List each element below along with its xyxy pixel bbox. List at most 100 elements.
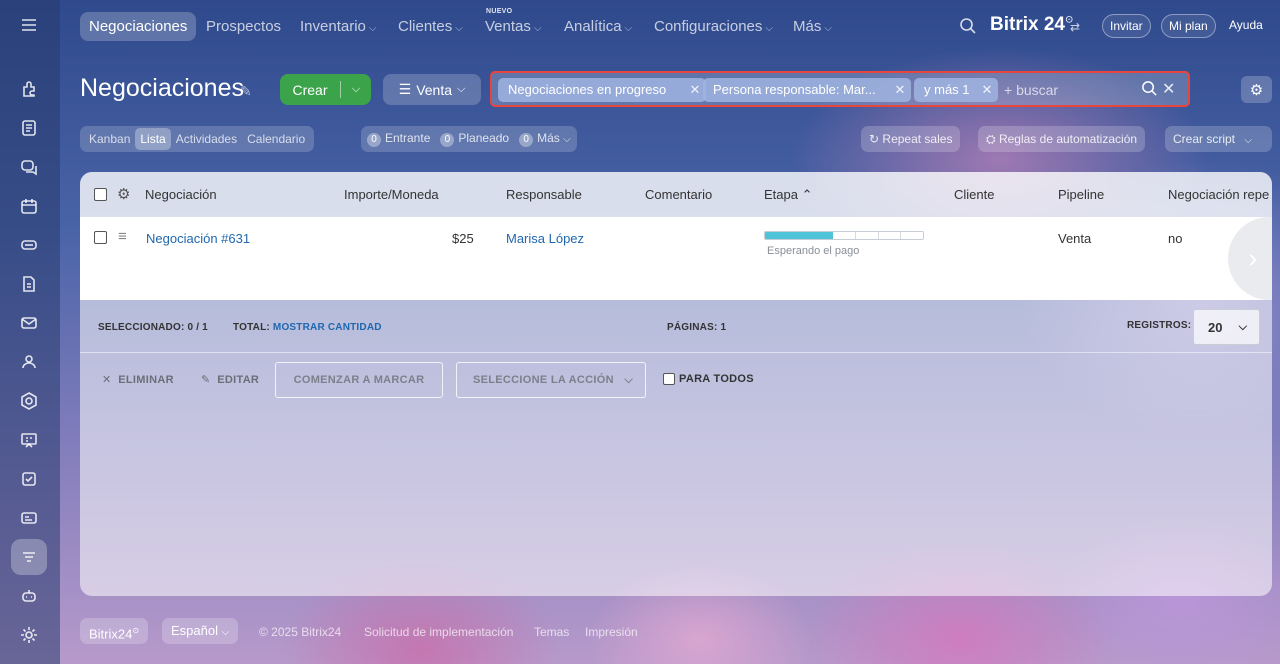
automation-rules-button[interactable]: ⛭ Reglas de automatización: [978, 126, 1146, 152]
nav-configuraciones[interactable]: Configuraciones ⌵: [654, 12, 773, 41]
nav-clientes[interactable]: Clientes ⌵: [398, 12, 463, 41]
col-importe[interactable]: Importe/Moneda: [344, 187, 439, 202]
tab-calendario[interactable]: Calendario: [242, 128, 310, 150]
start-marking-button[interactable]: COMENZAR A MARCAR: [275, 362, 443, 398]
action-label: EDITAR: [217, 374, 260, 386]
button-label: Crear script: [1173, 132, 1236, 146]
crm-funnel-icon[interactable]: [11, 539, 47, 575]
invite-button[interactable]: Invitar: [1102, 14, 1151, 38]
task-icon[interactable]: [11, 461, 47, 497]
tab-kanban[interactable]: Kanban: [84, 128, 135, 150]
presentation-icon[interactable]: [11, 422, 47, 458]
puzzle-icon[interactable]: [11, 71, 47, 107]
themes-link[interactable]: Temas: [534, 625, 569, 639]
search-input[interactable]: [1004, 81, 1134, 99]
nav-ventas[interactable]: Ventas ⌵: [485, 12, 541, 41]
drive-icon[interactable]: [11, 227, 47, 263]
count-badge: 0: [367, 133, 381, 147]
chevron-down-icon: ⌵: [221, 627, 230, 638]
stage-segment: [901, 232, 923, 239]
search-icon[interactable]: [959, 17, 977, 35]
nav-label: Ventas: [485, 18, 531, 35]
responsible-link[interactable]: Marisa López: [506, 231, 584, 246]
counter-entrante[interactable]: 0 Entrante: [367, 131, 430, 147]
select-all-checkbox[interactable]: [94, 188, 107, 201]
robot-icon[interactable]: [11, 578, 47, 614]
counter-label: Más: [537, 131, 560, 145]
stage-segment: [787, 232, 811, 239]
nav-prospectos[interactable]: Prospectos: [206, 12, 281, 41]
mail-icon[interactable]: [11, 305, 47, 341]
nav-inventario[interactable]: Inventario ⌵: [300, 12, 376, 41]
chevron-down-icon: ⌵: [533, 23, 542, 34]
nav-analitica[interactable]: Analítica ⌵: [564, 12, 632, 41]
col-comentario[interactable]: Comentario: [645, 187, 712, 202]
records-per-page-select[interactable]: 20 ⌵: [1193, 309, 1260, 345]
col-negociacion[interactable]: Negociación: [145, 187, 217, 202]
gear-icon[interactable]: ⚙: [117, 185, 130, 203]
filter-search-box[interactable]: Negociaciones en progreso ✕ Persona respo…: [490, 71, 1190, 107]
gear-icon[interactable]: ⚙: [1241, 76, 1272, 103]
drag-handle-icon[interactable]: ≡: [118, 228, 127, 245]
calendar-icon[interactable]: [11, 188, 47, 224]
pin-icon[interactable]: ✎: [240, 83, 252, 100]
document-icon[interactable]: [11, 266, 47, 302]
delete-action[interactable]: ✕ ELIMINAR: [102, 373, 174, 386]
counter-planeado[interactable]: 0 Planeado: [440, 131, 509, 147]
col-negociacion-repetida[interactable]: Negociación repe: [1168, 187, 1269, 202]
my-plan-button[interactable]: Mi plan: [1161, 14, 1216, 38]
brand-logo: Bitrix 24⊙: [990, 14, 1073, 36]
show-count-link[interactable]: MOSTRAR CANTIDAD: [273, 322, 382, 333]
nav-mas[interactable]: Más ⌵: [793, 12, 832, 41]
repeat-sales-button[interactable]: ↻ Repeat sales: [861, 126, 961, 152]
edit-action[interactable]: ✎ EDITAR: [201, 373, 259, 386]
switch-icon[interactable]: ⇄: [1070, 20, 1080, 34]
language-selector[interactable]: Español ⌵: [162, 618, 239, 644]
print-link[interactable]: Impresión: [585, 625, 638, 639]
col-cliente[interactable]: Cliente: [954, 187, 994, 202]
implementation-link[interactable]: Solicitud de implementación: [364, 625, 513, 639]
dropdown-label: SELECCIONE LA ACCIÓN: [473, 374, 614, 386]
nav-label: Configuraciones: [654, 18, 763, 35]
counter-mas[interactable]: 0 Más ⌵: [519, 131, 571, 147]
pipeline-selector[interactable]: ☰ Venta ⌵: [383, 74, 481, 105]
contacts-icon[interactable]: [11, 344, 47, 380]
for-all-checkbox[interactable]: [663, 373, 675, 385]
tab-actividades[interactable]: Actividades: [171, 128, 242, 150]
filter-chip[interactable]: Persona responsable: Mar... ✕: [703, 78, 911, 102]
feed-icon[interactable]: [11, 110, 47, 146]
search-icon[interactable]: [1141, 80, 1158, 102]
nav-negociaciones[interactable]: Negociaciones: [80, 12, 197, 41]
filter-chip[interactable]: Negociaciones en progreso ✕: [498, 78, 706, 102]
col-etapa[interactable]: Etapa ⌃: [764, 187, 813, 203]
col-responsable[interactable]: Responsable: [506, 187, 582, 202]
close-icon[interactable]: ✕: [889, 78, 911, 102]
filter-chip[interactable]: y más 1 ✕: [914, 78, 998, 102]
id-card-icon[interactable]: [11, 500, 47, 536]
col-pipeline[interactable]: Pipeline: [1058, 187, 1104, 202]
chevron-down-icon[interactable]: ⌵: [341, 83, 371, 96]
chevron-down-icon: ⌵: [563, 134, 571, 145]
stage-segment: [878, 232, 902, 239]
hexagon-icon[interactable]: [11, 383, 47, 419]
row-checkbox[interactable]: [94, 231, 107, 244]
brand-text: Bitrix 24: [990, 14, 1065, 35]
clear-icon[interactable]: ✕: [1162, 79, 1175, 99]
chat-icon[interactable]: [11, 149, 47, 185]
records-value: 20: [1208, 319, 1223, 335]
brand-mark: ⊙: [132, 626, 140, 635]
create-button[interactable]: Crear ⌵: [280, 74, 371, 105]
create-script-button[interactable]: Crear script ⌵: [1165, 126, 1272, 152]
activity-counters: 0 Entrante 0 Planeado 0 Más ⌵: [361, 126, 577, 152]
hamburger-menu-icon[interactable]: [11, 7, 47, 43]
stage-progress-bar[interactable]: [764, 231, 924, 240]
close-icon[interactable]: ✕: [976, 78, 998, 102]
select-action-dropdown[interactable]: SELECCIONE LA ACCIÓN ⌵: [456, 362, 646, 398]
help-button[interactable]: Ayuda: [1222, 14, 1270, 38]
settings-gear-icon[interactable]: [11, 617, 47, 653]
deal-link[interactable]: Negociación #631: [146, 231, 250, 246]
footer-value: 1: [720, 322, 727, 333]
deal-amount: $25: [452, 231, 474, 246]
tab-lista[interactable]: Lista: [135, 128, 171, 150]
bitrix-brand-button[interactable]: Bitrix24⊙: [80, 618, 149, 644]
